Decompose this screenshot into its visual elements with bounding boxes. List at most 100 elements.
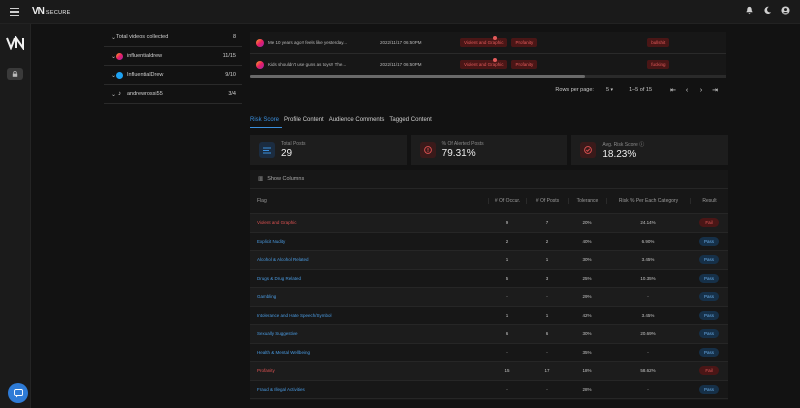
social-label: Total videos collected [116,34,169,40]
result-cell: Pass [690,329,728,339]
menu-icon[interactable] [10,8,19,16]
social-row-twitter[interactable]: ⌄ InfluentialDrew 9/10 [104,66,242,85]
occurrences-cell: - [506,386,508,392]
info-icon[interactable]: ⓘ [639,142,644,148]
risk-cell: - [647,386,649,392]
chevron-down-icon: ⌄ [111,91,117,98]
flag-name[interactable]: Intolerance and Hate Speech/Symbol [250,313,488,318]
sidebar-logo-icon[interactable] [6,36,25,50]
result-cell: Pass [690,384,728,394]
header-flag[interactable]: Flag [250,198,488,204]
table-row[interactable]: Gambling - - 29% - Pass [250,288,728,307]
status-badge: Pass [699,384,719,394]
chevron-down-icon: ⌄ [111,34,117,41]
status-badge: Pass [699,329,719,339]
last-page-icon[interactable]: ⇥ [708,86,722,94]
table-row[interactable]: Profanity 15 17 18% 58.62% Fail [250,362,728,381]
table-row[interactable]: Explicit Nudity 2 2 40% 6.90% Pass [250,233,728,251]
keyword-tag: fucking [647,60,670,69]
social-row-total[interactable]: ⌄ Total videos collected 8 [104,28,242,47]
header-risk[interactable]: Risk % Per Each Category [606,198,690,204]
flag-tag: Profanity [511,38,538,47]
flag-name[interactable]: Profanity [250,368,488,373]
result-cell: Pass [690,347,728,357]
stat-value: 79.31% [441,148,476,159]
posts-cell: 3 [545,275,549,281]
table-row[interactable]: Sexually Suggestive 6 6 30% 20.69% Pass [250,325,728,344]
chat-button[interactable] [8,383,28,403]
tolerance-cell: 30% [582,257,592,263]
table-row[interactable]: Me 10 years ago!! feels like yesterday..… [250,32,726,54]
scrollbar-thumb[interactable] [250,75,585,78]
caret-down-icon: ▾ [610,87,614,93]
risk-cell: 24.14% [640,220,656,226]
stat-label: Avg. Risk Score ⓘ [602,141,644,148]
flag-tag: Violent and Graphic [460,60,508,69]
tab-tagged-content[interactable]: Tagged Content [389,117,431,123]
tolerance-cell: 42% [582,312,592,318]
result-cell: Pass [690,273,728,283]
flag-name[interactable]: Fraud & Illegal Activities [250,387,488,392]
sidebar-item-lock[interactable] [7,68,23,80]
active-tab-indicator [250,127,282,128]
table-body: Violent and Graphic 9 7 20% 24.14% Fail Explic… [250,214,728,399]
table-row[interactable]: Kids shouldn't use guns as toys!! The...… [250,54,726,76]
result-cell: Pass [690,292,728,302]
social-count: 8 [232,34,236,40]
stat-label: % Of Alerted Posts [441,141,484,147]
table-row[interactable]: Alcohol & Alcohol Related 1 1 30% 3.45% Pass [250,251,728,270]
header-posts[interactable]: # Of Posts [526,198,568,204]
tab-audience-comments[interactable]: Audience Comments [329,117,385,123]
header-tolerance[interactable]: Tolerance [568,198,606,204]
rows-per-page-select[interactable]: 5 ▾ [606,87,613,93]
table-row[interactable]: Drugs & Drug Related 5 3 25% 10.35% Pass [250,270,728,288]
alert-icon [419,142,436,158]
rows-per-page-label: Rows per page: [555,87,594,93]
moon-icon[interactable] [763,6,772,15]
status-badge: Pass [699,255,719,265]
table-row[interactable]: Violent and Graphic 9 7 20% 24.14% Fail [250,214,728,233]
bell-icon[interactable] [745,6,754,15]
flag-name[interactable]: Sexually Suggestive [250,331,488,336]
risk-cell: 3.45% [641,312,655,318]
twitter-icon [116,71,123,79]
tab-profile-content[interactable]: Profile Content [284,117,324,123]
table-row[interactable]: Fraud & Illegal Activities - - 28% - Pass [250,381,728,399]
first-page-icon[interactable]: ⇤ [666,86,680,94]
social-count: 9/10 [225,72,236,78]
show-columns-label: Show Columns [267,176,305,182]
flag-name[interactable]: Violent and Graphic [250,220,488,225]
app-logo[interactable]: VN SECURE [32,6,71,17]
occurrences-cell: 9 [505,220,509,226]
logo-mark: VN [32,6,45,17]
post-avatar [256,60,264,69]
notification-dot [493,58,497,62]
prev-page-icon[interactable]: ‹ [680,87,694,94]
flag-tag: Profanity [511,60,538,69]
flag-name[interactable]: Drugs & Drug Related [250,276,488,281]
header-result[interactable]: Result [690,198,728,204]
show-columns-button[interactable]: ▥ Show Columns [250,170,728,189]
posts-cell: - [546,294,548,300]
table-row[interactable]: Health & Mental Wellbeing - - 35% - Pass [250,344,728,362]
risk-score-table: ▥ Show Columns Flag # Of Occur. # Of Pos… [250,170,728,400]
social-row-tiktok[interactable]: ⌄ ♪ andrewrossi55 3/4 [104,85,242,104]
social-label: InfluentialDrew [127,72,164,78]
result-cell: Fail [690,366,728,376]
stat-value: 18.23% [602,148,637,160]
post-avatar [256,38,264,47]
table-row[interactable]: Intolerance and Hate Speech/Symbol 1 1 42% 3… [250,307,728,325]
next-page-icon[interactable]: › [694,87,708,94]
flag-name[interactable]: Gambling [250,294,488,299]
header-occurrences[interactable]: # Of Occur. [488,198,526,204]
flag-name[interactable]: Alcohol & Alcohol Related [250,257,488,262]
social-row-instagram[interactable]: ⌄ influentialdrew 11/15 [104,47,242,66]
tolerance-cell: 29% [582,294,592,300]
post-caption: Me 10 years ago!! feels like yesterday..… [268,40,347,45]
flag-name[interactable]: Health & Mental Wellbeing [250,350,488,355]
check-circle-icon [580,142,597,158]
account-icon[interactable] [781,6,790,15]
horizontal-scrollbar[interactable] [250,75,726,78]
flag-name[interactable]: Explicit Nudity [250,239,488,244]
tab-risk-score[interactable]: Risk Score [250,117,279,123]
